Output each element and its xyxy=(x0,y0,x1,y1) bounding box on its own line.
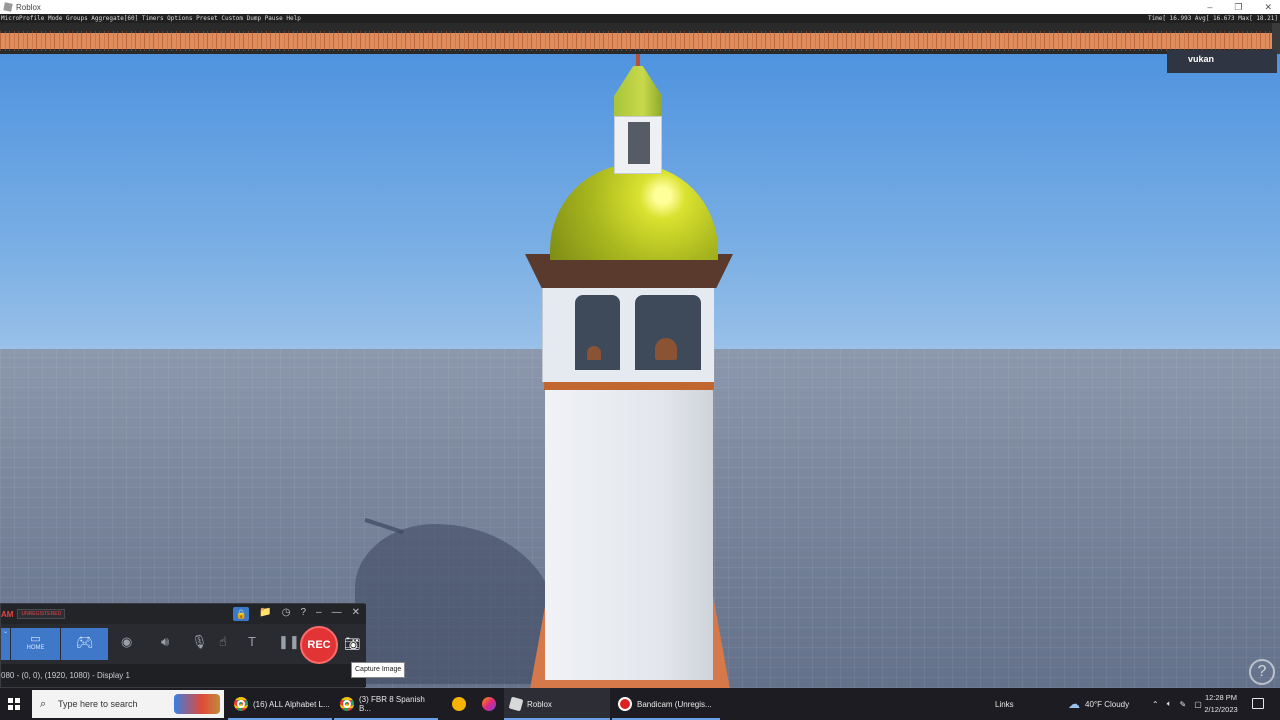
window-title: Roblox xyxy=(16,2,41,12)
pen-icon[interactable]: ✎ xyxy=(1180,700,1187,709)
microphone-icon[interactable]: 🎙︎ xyxy=(191,634,208,650)
pause-icon[interactable]: ❚❚ xyxy=(278,634,300,650)
links-toolbar[interactable]: Links xyxy=(995,688,1014,720)
speaker-icon[interactable]: 🔊︎ xyxy=(161,634,169,650)
timeline-ticks xyxy=(0,31,1272,51)
bandicam-header: AM UNREGISTERED 🔒 📁 ◷ ? – — ✕ xyxy=(1,604,366,624)
bandicam-icon xyxy=(618,697,632,711)
tower-spire xyxy=(636,54,640,66)
help-icon[interactable]: ? xyxy=(300,607,306,621)
chevron-up-icon[interactable]: ⌃ xyxy=(1152,700,1159,709)
clock-date: 2/12/2023 xyxy=(1204,705,1238,714)
help-button[interactable]: ? xyxy=(1249,659,1275,685)
webcam-icon[interactable]: ◉ xyxy=(121,634,132,650)
player-name-tag[interactable]: vukan xyxy=(1167,50,1277,73)
taskbar-item-label: (16) ALL Alphabet L... xyxy=(253,699,330,709)
taskbar-item-chrome-2[interactable]: (3) FBR 8 Spanish B... xyxy=(334,688,438,720)
maximize-button[interactable]: ❐ xyxy=(1234,2,1242,13)
taskbar-item-bandicam[interactable]: Bandicam (Unregis... xyxy=(612,688,720,720)
taskbar-item-label: Roblox xyxy=(527,699,552,709)
microprofile-timeline[interactable] xyxy=(0,23,1272,54)
close-button[interactable]: ✕ xyxy=(1264,2,1272,13)
collapse-icon[interactable]: — xyxy=(332,607,342,621)
belfry-opening-right xyxy=(635,295,701,370)
weather-text: 40°F Cloudy xyxy=(1085,699,1130,709)
taskbar-item-chrome-1[interactable]: (16) ALL Alphabet L... xyxy=(228,688,332,720)
home-icon: ▭ xyxy=(30,633,41,645)
window-titlebar: Roblox – ❐ ✕ xyxy=(0,0,1280,14)
bandicam-logo: AM xyxy=(1,609,14,619)
bandicam-header-icons: 🔒 📁 ◷ ? – — ✕ xyxy=(233,607,360,621)
capture-area-status: 080 - (0, 0), (1920, 1080) - Display 1 xyxy=(1,664,366,687)
gamepad-icon: 🎮︎ xyxy=(75,634,94,650)
lock-icon[interactable]: 🔒 xyxy=(233,607,250,621)
microprofile-bar: MicroProfile Mode Groups Aggregate[60] T… xyxy=(0,14,1280,23)
links-label: Links xyxy=(995,699,1014,709)
microprofile-menu[interactable]: MicroProfile Mode Groups Aggregate[60] T… xyxy=(1,14,301,23)
chrome-icon xyxy=(340,697,354,711)
notification-icon[interactable] xyxy=(1252,698,1264,709)
microprofile-stats: Time[ 16.993 Avg[ 16.673 Max[ 18.21] xyxy=(1147,15,1278,22)
text-overlay-icon[interactable]: T xyxy=(248,634,256,649)
window-controls: – ❐ ✕ xyxy=(1207,0,1272,14)
capture-image-tooltip: Capture Image xyxy=(351,662,406,678)
lantern-window xyxy=(628,122,650,164)
bell-icon xyxy=(587,346,601,360)
timer-icon[interactable]: ◷ xyxy=(282,607,291,621)
chrome-profile-icon xyxy=(452,697,466,711)
search-icon: ⌕ xyxy=(40,698,47,710)
taskbar-item-chrome-profile[interactable] xyxy=(446,688,470,720)
taskbar-clock[interactable]: 12:28 PM 2/12/2023 xyxy=(1196,692,1246,716)
tower-lantern xyxy=(614,116,662,174)
tower-roof xyxy=(614,66,662,116)
search-placeholder: Type here to search xyxy=(58,699,138,709)
roblox-app-icon xyxy=(3,2,13,12)
tab-home-label: HOME xyxy=(26,645,45,651)
tower-dome xyxy=(550,164,718,260)
clock-time: 12:28 PM xyxy=(1204,693,1238,702)
mode-dropdown[interactable]: ⌄ xyxy=(1,628,10,660)
browser-icon xyxy=(482,697,496,711)
bandicam-toolbar: ⌄ ▭ HOME 🎮︎ ◉ 🔊︎ 🎙︎ ☝︎ T ❚❚ REC 📷︎ xyxy=(1,624,366,664)
cursor-effect-icon[interactable]: ☝︎ xyxy=(219,634,227,650)
taskbar-item-label: Bandicam (Unregis... xyxy=(637,699,712,709)
taskbar: ⌕ Type here to search (16) ALL Alphabet … xyxy=(0,688,1280,720)
record-button[interactable]: REC xyxy=(300,626,338,664)
tower-belfry xyxy=(542,287,714,382)
taskbar-item-label: (3) FBR 8 Spanish B... xyxy=(359,695,425,713)
cloud-icon: ☁ xyxy=(1068,697,1080,711)
roblox-icon xyxy=(508,696,524,712)
belfry-opening-left xyxy=(575,295,620,370)
tab-home[interactable]: ▭ HOME xyxy=(11,628,60,660)
bell-icon xyxy=(655,338,677,360)
close-icon[interactable]: ✕ xyxy=(352,607,360,621)
taskbar-search[interactable]: ⌕ Type here to search xyxy=(32,690,224,718)
taskbar-item-roblox[interactable]: Roblox xyxy=(504,688,610,720)
system-tray: ⌃ 🔈︎ ✎ ▢ xyxy=(1152,688,1202,720)
minimize-button[interactable]: – xyxy=(1207,2,1212,12)
capture-image-icon[interactable]: 📷︎ xyxy=(344,636,361,652)
speaker-icon[interactable]: 🔈︎ xyxy=(1167,699,1172,709)
folder-icon[interactable]: 📁 xyxy=(259,607,271,621)
minimize-icon[interactable]: – xyxy=(316,607,322,621)
tower-body xyxy=(545,390,713,680)
windows-start-icon[interactable] xyxy=(8,698,20,710)
weather-widget[interactable]: ☁ 40°F Cloudy xyxy=(1068,688,1129,720)
taskbar-item-firefox[interactable] xyxy=(476,688,500,720)
unregistered-badge: UNREGISTERED xyxy=(17,609,66,619)
game-viewport[interactable] xyxy=(0,54,1280,688)
search-highlight-image xyxy=(174,694,220,714)
tab-game-mode[interactable]: 🎮︎ xyxy=(61,628,108,660)
bandicam-widget: AM UNREGISTERED 🔒 📁 ◷ ? – — ✕ ⌄ ▭ HOME 🎮… xyxy=(0,603,366,688)
chrome-icon xyxy=(234,697,248,711)
